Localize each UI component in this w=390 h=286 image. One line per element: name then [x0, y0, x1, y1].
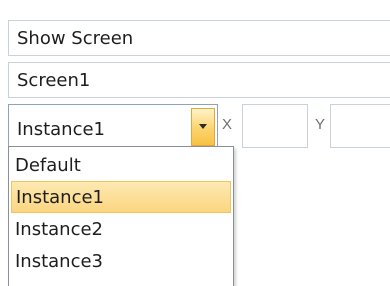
x-input[interactable]	[242, 104, 308, 148]
instance-dropdown[interactable]: Instance1	[8, 104, 218, 148]
instance-value: Instance1	[17, 118, 106, 140]
instance-dropdown-button[interactable]	[191, 108, 215, 146]
y-label: Y	[315, 116, 326, 133]
screen-dropdown[interactable]: Screen1	[8, 62, 390, 98]
screen-value: Screen1	[17, 69, 91, 91]
dropdown-option-instance1[interactable]: Instance1	[11, 181, 231, 213]
chevron-down-icon	[199, 124, 207, 129]
show-mode-value: Show Screen	[17, 27, 134, 49]
dropdown-option-instance3[interactable]: Instance3	[11, 245, 231, 277]
instance-dropdown-list: Default Instance1 Instance2 Instance3	[8, 146, 234, 286]
dropdown-option-instance2[interactable]: Instance2	[11, 213, 231, 245]
y-input[interactable]	[330, 104, 390, 148]
show-mode-dropdown[interactable]: Show Screen	[8, 20, 390, 56]
dropdown-option-default[interactable]: Default	[11, 149, 231, 181]
x-label: X	[222, 116, 233, 133]
